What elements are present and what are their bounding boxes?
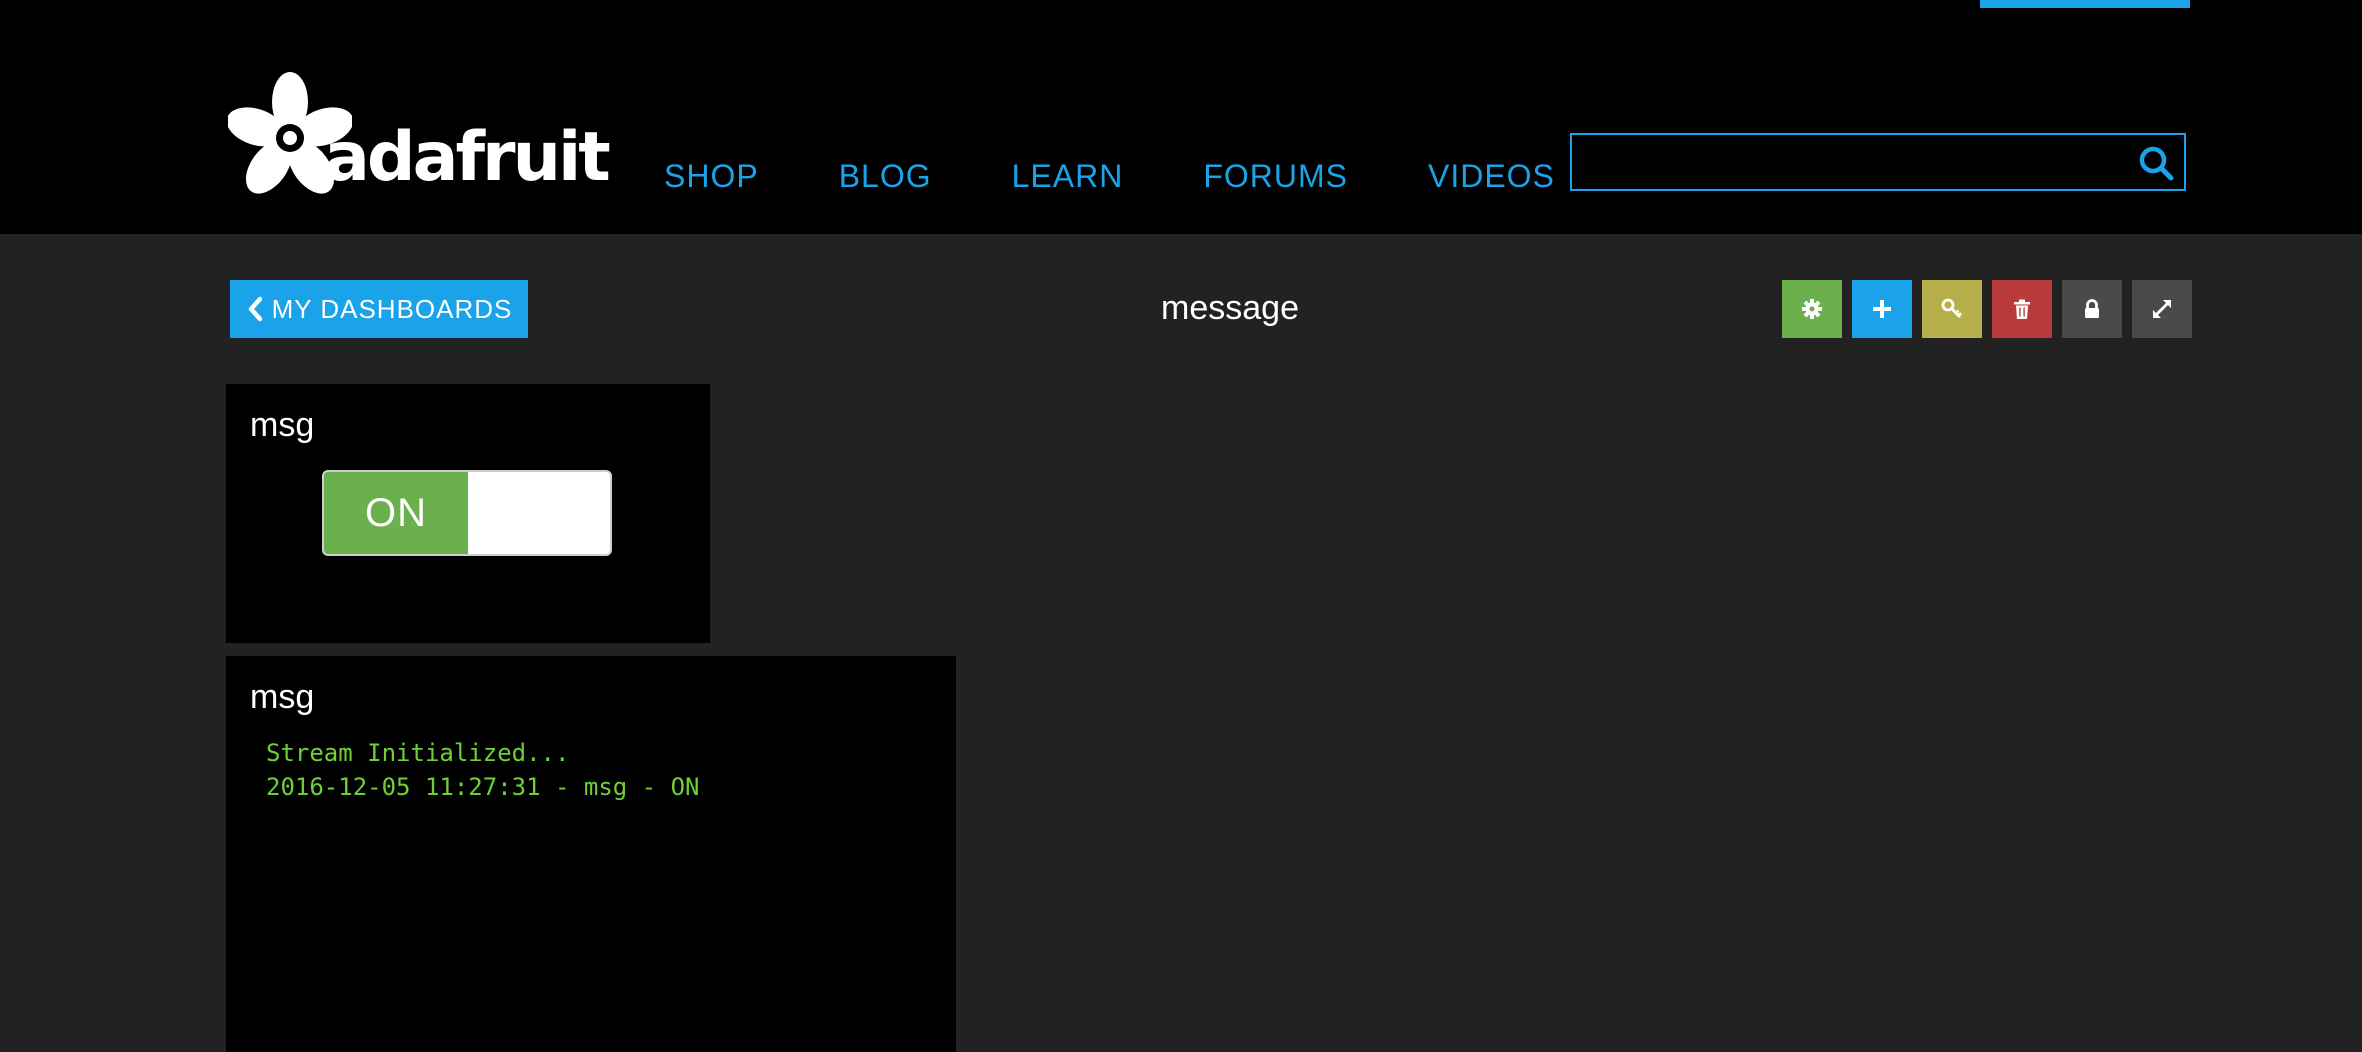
settings-button[interactable] <box>1782 280 1842 338</box>
site-header: adafruit SHOP BLOG LEARN FORUMS VIDEOS <box>0 0 2362 234</box>
top-accent-bar <box>1980 0 2190 8</box>
plus-icon <box>1873 300 1891 318</box>
stream-block-title: msg <box>250 678 315 716</box>
lock-icon <box>2085 299 2099 318</box>
lock-button[interactable] <box>2062 280 2122 338</box>
nav-forums[interactable]: FORUMS <box>1203 160 1348 192</box>
search-icon[interactable] <box>2138 145 2174 181</box>
add-block-button[interactable] <box>1852 280 1912 338</box>
main-nav: SHOP BLOG LEARN FORUMS VIDEOS <box>664 160 1555 192</box>
toggle-on-label: ON <box>324 472 468 554</box>
toggle-block-title: msg <box>250 406 315 444</box>
trash-icon <box>2014 299 2030 319</box>
key-button[interactable] <box>1922 280 1982 338</box>
dashboard-title: message <box>1161 289 1299 327</box>
fullscreen-button[interactable] <box>2132 280 2192 338</box>
chevron-left-icon <box>248 296 262 322</box>
my-dashboards-button[interactable]: MY DASHBOARDS <box>230 280 528 338</box>
adafruit-logo[interactable]: adafruit <box>228 72 611 198</box>
toggle-block: msg ON <box>226 384 710 643</box>
stream-line: 2016-12-05 11:27:31 - msg - ON <box>266 773 700 801</box>
nav-shop[interactable]: SHOP <box>664 160 759 192</box>
nav-blog[interactable]: BLOG <box>839 160 932 192</box>
key-icon <box>1941 298 1962 319</box>
gear-icon <box>1802 299 1822 319</box>
logo-wordmark: adafruit <box>324 118 611 197</box>
expand-icon <box>2153 300 2171 318</box>
stream-log: Stream Initialized... 2016-12-05 11:27:31… <box>266 736 699 804</box>
delete-button[interactable] <box>1992 280 2052 338</box>
stream-line: Stream Initialized... <box>266 739 570 767</box>
on-off-toggle[interactable]: ON <box>322 470 612 556</box>
nav-videos[interactable]: VIDEOS <box>1428 160 1555 192</box>
dashboard-toolbar <box>1782 280 2192 338</box>
nav-learn[interactable]: LEARN <box>1012 160 1124 192</box>
my-dashboards-label: MY DASHBOARDS <box>271 293 513 324</box>
search-box <box>1570 133 2186 191</box>
search-input[interactable] <box>1572 135 2132 189</box>
stream-block: msg Stream Initialized... 2016-12-05 11:2… <box>226 656 956 1052</box>
